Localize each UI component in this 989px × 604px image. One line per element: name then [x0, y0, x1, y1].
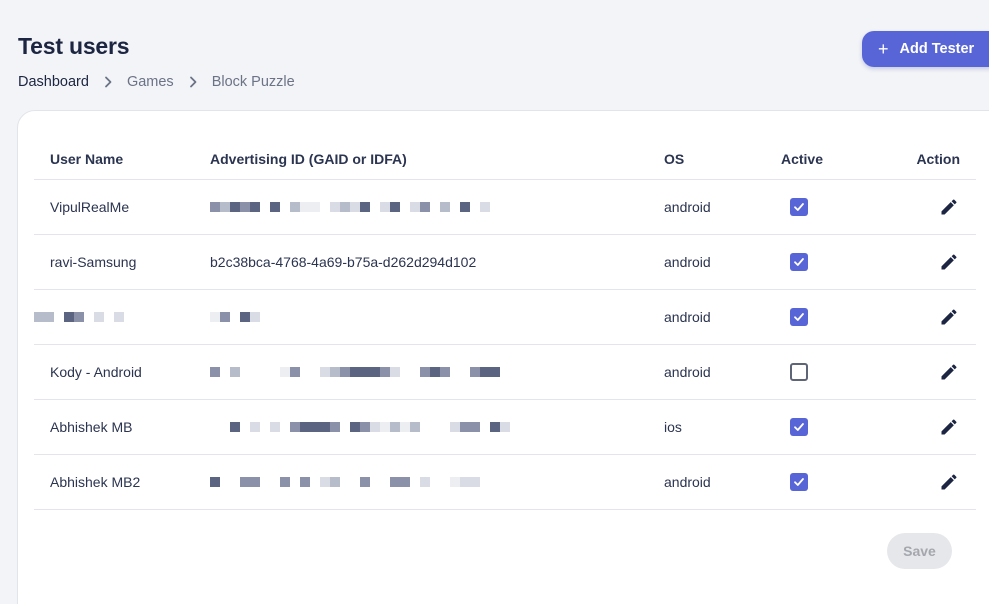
check-icon: [794, 313, 804, 321]
user-name-cell: ravi-Samsung: [50, 254, 137, 270]
table-row: Abhishek MB2 android: [34, 455, 976, 510]
edit-pencil-icon[interactable]: [938, 361, 960, 383]
active-cell: [754, 198, 844, 216]
active-checkbox[interactable]: [790, 198, 808, 216]
add-tester-label: Add Tester: [899, 41, 975, 57]
os-cell: android: [664, 474, 711, 490]
page-title: Test users: [18, 33, 130, 59]
os-cell: android: [664, 199, 711, 215]
redacted-advertising-id: [210, 200, 664, 214]
table-row: Kody - Android android: [34, 345, 976, 400]
check-icon: [794, 258, 804, 266]
chevron-right-icon: [188, 76, 198, 88]
redacted-user-name: [34, 310, 210, 324]
edit-pencil-icon[interactable]: [938, 471, 960, 493]
check-icon: [794, 203, 804, 211]
active-cell: [754, 473, 844, 491]
table-row: ravi-Samsung b2c38bca-4768-4a69-b75a-d262…: [34, 235, 976, 290]
table-row: Abhishek MB ios: [34, 400, 976, 455]
os-cell: android: [664, 309, 711, 325]
action-cell: [844, 306, 976, 328]
plus-icon: +: [878, 39, 889, 59]
breadcrumb-games[interactable]: Games: [127, 74, 174, 90]
table-row: android: [34, 290, 976, 345]
os-cell: ios: [664, 419, 682, 435]
header-user-name: User Name: [50, 151, 124, 167]
edit-pencil-icon[interactable]: [938, 196, 960, 218]
os-cell: android: [664, 364, 711, 380]
active-checkbox[interactable]: [790, 363, 808, 381]
testers-table: User Name Advertising ID (GAID or IDFA) …: [34, 139, 976, 510]
redacted-advertising-id: [210, 475, 664, 489]
table-header: User Name Advertising ID (GAID or IDFA) …: [34, 139, 976, 180]
active-checkbox[interactable]: [790, 308, 808, 326]
add-tester-button[interactable]: + Add Tester: [862, 31, 989, 67]
user-name-cell: Kody - Android: [50, 364, 142, 380]
table-row: VipulRealMe android: [34, 180, 976, 235]
advertising-id-cell: b2c38bca-4768-4a69-b75a-d262d294d102: [210, 254, 477, 270]
action-cell: [844, 416, 976, 438]
edit-pencil-icon[interactable]: [938, 251, 960, 273]
active-checkbox[interactable]: [790, 473, 808, 491]
redacted-advertising-id: [210, 420, 664, 434]
redacted-advertising-id: [210, 310, 664, 324]
active-cell: [754, 308, 844, 326]
action-cell: [844, 196, 976, 218]
check-icon: [794, 478, 804, 486]
redacted-advertising-id: [210, 365, 664, 379]
action-cell: [844, 361, 976, 383]
active-checkbox[interactable]: [790, 418, 808, 436]
active-cell: [754, 253, 844, 271]
header-advertising-id: Advertising ID (GAID or IDFA): [210, 151, 407, 167]
header-action: Action: [916, 151, 960, 167]
breadcrumb-block-puzzle: Block Puzzle: [211, 74, 295, 90]
breadcrumb: Dashboard Games Block Puzzle: [18, 74, 295, 90]
action-cell: [844, 471, 976, 493]
user-name-cell: VipulRealMe: [50, 199, 130, 215]
table-body: VipulRealMe android ravi-Samsung b2c38bca-4…: [34, 180, 976, 510]
user-name-cell: Abhishek MB: [50, 419, 133, 435]
header-os: OS: [664, 151, 685, 167]
save-button[interactable]: Save: [887, 533, 952, 569]
chevron-right-icon: [103, 76, 113, 88]
testers-card: User Name Advertising ID (GAID or IDFA) …: [17, 110, 989, 604]
header-active: Active: [780, 151, 824, 167]
edit-pencil-icon[interactable]: [938, 416, 960, 438]
active-checkbox[interactable]: [790, 253, 808, 271]
os-cell: android: [664, 254, 711, 270]
action-cell: [844, 251, 976, 273]
user-name-cell: Abhishek MB2: [50, 474, 141, 490]
active-cell: [754, 363, 844, 381]
check-icon: [794, 423, 804, 431]
edit-pencil-icon[interactable]: [938, 306, 960, 328]
active-cell: [754, 418, 844, 436]
breadcrumb-dashboard[interactable]: Dashboard: [18, 74, 89, 90]
